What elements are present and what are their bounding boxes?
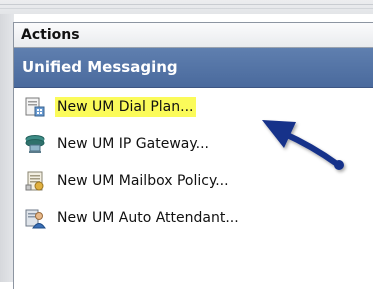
action-label: New UM Auto Attendant... (57, 209, 239, 226)
window-left-frame (0, 14, 14, 282)
action-new-um-ip-gateway[interactable]: New UM IP Gateway... (14, 125, 373, 162)
action-new-um-dial-plan[interactable]: New UM Dial Plan... (14, 88, 373, 125)
action-label: New UM IP Gateway... (57, 135, 209, 152)
mailbox-policy-icon (24, 170, 46, 192)
ip-gateway-icon (24, 133, 46, 155)
action-new-um-auto-attendant[interactable]: New UM Auto Attendant... (14, 199, 373, 236)
auto-attendant-icon (24, 207, 46, 229)
action-new-um-mailbox-policy[interactable]: New UM Mailbox Policy... (14, 162, 373, 199)
dial-plan-icon (24, 96, 46, 118)
actions-pane-title: Actions (14, 23, 373, 48)
action-label: New UM Dial Plan... (55, 96, 196, 117)
unified-messaging-section-header[interactable]: Unified Messaging (14, 48, 373, 88)
window-top-strip (0, 0, 373, 14)
action-label: New UM Mailbox Policy... (57, 172, 229, 189)
actions-pane: Actions Unified Messaging New UM Dial Pl… (13, 22, 373, 289)
